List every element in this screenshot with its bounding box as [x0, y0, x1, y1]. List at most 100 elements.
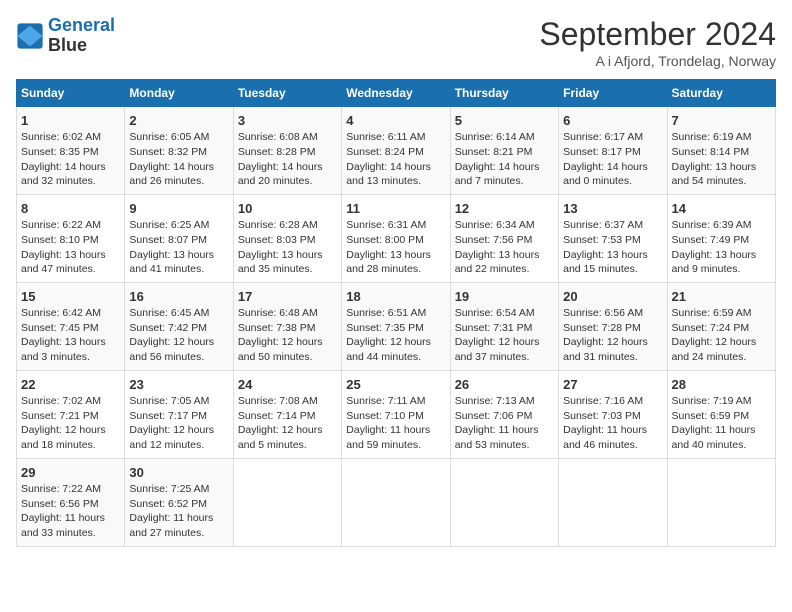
- sunset: Sunset: 7:10 PM: [346, 410, 424, 422]
- day-number: 30: [129, 464, 228, 482]
- daylight: Daylight: 14 hours and 7 minutes.: [455, 161, 540, 188]
- col-saturday: Saturday: [667, 80, 775, 107]
- sunset: Sunset: 7:14 PM: [238, 410, 316, 422]
- sunrise: Sunrise: 6:59 AM: [672, 307, 752, 319]
- calendar-cell: 19Sunrise: 6:54 AMSunset: 7:31 PMDayligh…: [450, 282, 558, 370]
- daylight: Daylight: 14 hours and 0 minutes.: [563, 161, 648, 188]
- sunrise: Sunrise: 6:39 AM: [672, 219, 752, 231]
- calendar-cell: 6Sunrise: 6:17 AMSunset: 8:17 PMDaylight…: [559, 107, 667, 195]
- sunrise: Sunrise: 6:05 AM: [129, 131, 209, 143]
- sunset: Sunset: 7:28 PM: [563, 322, 641, 334]
- daylight: Daylight: 12 hours and 50 minutes.: [238, 336, 323, 363]
- day-number: 24: [238, 376, 337, 394]
- daylight: Daylight: 13 hours and 35 minutes.: [238, 249, 323, 276]
- day-number: 7: [672, 112, 771, 130]
- sunset: Sunset: 8:32 PM: [129, 146, 207, 158]
- title-area: September 2024 A i Afjord, Trondelag, No…: [539, 16, 776, 69]
- calendar-week-3: 15Sunrise: 6:42 AMSunset: 7:45 PMDayligh…: [17, 282, 776, 370]
- daylight: Daylight: 14 hours and 26 minutes.: [129, 161, 214, 188]
- daylight: Daylight: 14 hours and 20 minutes.: [238, 161, 323, 188]
- daylight: Daylight: 13 hours and 15 minutes.: [563, 249, 648, 276]
- calendar-cell: 14Sunrise: 6:39 AMSunset: 7:49 PMDayligh…: [667, 194, 775, 282]
- calendar-cell: 18Sunrise: 6:51 AMSunset: 7:35 PMDayligh…: [342, 282, 450, 370]
- daylight: Daylight: 12 hours and 56 minutes.: [129, 336, 214, 363]
- sunset: Sunset: 6:59 PM: [672, 410, 750, 422]
- day-number: 25: [346, 376, 445, 394]
- location-title: A i Afjord, Trondelag, Norway: [539, 53, 776, 69]
- calendar-table: Sunday Monday Tuesday Wednesday Thursday…: [16, 79, 776, 547]
- day-number: 14: [672, 200, 771, 218]
- calendar-week-1: 1Sunrise: 6:02 AMSunset: 8:35 PMDaylight…: [17, 107, 776, 195]
- daylight: Daylight: 13 hours and 3 minutes.: [21, 336, 106, 363]
- calendar-cell: [450, 458, 558, 546]
- sunrise: Sunrise: 6:02 AM: [21, 131, 101, 143]
- logo-line2: Blue: [48, 36, 115, 56]
- sunrise: Sunrise: 7:22 AM: [21, 483, 101, 495]
- daylight: Daylight: 14 hours and 13 minutes.: [346, 161, 431, 188]
- calendar-cell: 22Sunrise: 7:02 AMSunset: 7:21 PMDayligh…: [17, 370, 125, 458]
- sunrise: Sunrise: 7:13 AM: [455, 395, 535, 407]
- sunset: Sunset: 8:14 PM: [672, 146, 750, 158]
- day-number: 29: [21, 464, 120, 482]
- day-number: 1: [21, 112, 120, 130]
- sunset: Sunset: 7:35 PM: [346, 322, 424, 334]
- sunrise: Sunrise: 6:17 AM: [563, 131, 643, 143]
- logo-icon: [16, 22, 44, 50]
- day-number: 3: [238, 112, 337, 130]
- sunrise: Sunrise: 6:22 AM: [21, 219, 101, 231]
- col-wednesday: Wednesday: [342, 80, 450, 107]
- calendar-week-2: 8Sunrise: 6:22 AMSunset: 8:10 PMDaylight…: [17, 194, 776, 282]
- day-number: 22: [21, 376, 120, 394]
- sunset: Sunset: 8:17 PM: [563, 146, 641, 158]
- calendar-cell: 25Sunrise: 7:11 AMSunset: 7:10 PMDayligh…: [342, 370, 450, 458]
- calendar-cell: 2Sunrise: 6:05 AMSunset: 8:32 PMDaylight…: [125, 107, 233, 195]
- daylight: Daylight: 13 hours and 22 minutes.: [455, 249, 540, 276]
- daylight: Daylight: 11 hours and 40 minutes.: [672, 424, 756, 451]
- calendar-cell: [342, 458, 450, 546]
- day-number: 21: [672, 288, 771, 306]
- calendar-cell: 16Sunrise: 6:45 AMSunset: 7:42 PMDayligh…: [125, 282, 233, 370]
- col-friday: Friday: [559, 80, 667, 107]
- day-number: 15: [21, 288, 120, 306]
- calendar-cell: 12Sunrise: 6:34 AMSunset: 7:56 PMDayligh…: [450, 194, 558, 282]
- sunrise: Sunrise: 6:14 AM: [455, 131, 535, 143]
- daylight: Daylight: 13 hours and 9 minutes.: [672, 249, 757, 276]
- daylight: Daylight: 13 hours and 54 minutes.: [672, 161, 757, 188]
- sunrise: Sunrise: 6:25 AM: [129, 219, 209, 231]
- sunrise: Sunrise: 6:28 AM: [238, 219, 318, 231]
- sunset: Sunset: 7:21 PM: [21, 410, 99, 422]
- calendar-week-5: 29Sunrise: 7:22 AMSunset: 6:56 PMDayligh…: [17, 458, 776, 546]
- sunset: Sunset: 8:07 PM: [129, 234, 207, 246]
- daylight: Daylight: 14 hours and 32 minutes.: [21, 161, 106, 188]
- sunrise: Sunrise: 6:42 AM: [21, 307, 101, 319]
- calendar-cell: 5Sunrise: 6:14 AMSunset: 8:21 PMDaylight…: [450, 107, 558, 195]
- daylight: Daylight: 12 hours and 44 minutes.: [346, 336, 431, 363]
- calendar-header: Sunday Monday Tuesday Wednesday Thursday…: [17, 80, 776, 107]
- calendar-cell: 21Sunrise: 6:59 AMSunset: 7:24 PMDayligh…: [667, 282, 775, 370]
- day-number: 28: [672, 376, 771, 394]
- sunrise: Sunrise: 6:56 AM: [563, 307, 643, 319]
- sunset: Sunset: 7:24 PM: [672, 322, 750, 334]
- daylight: Daylight: 12 hours and 31 minutes.: [563, 336, 648, 363]
- day-number: 5: [455, 112, 554, 130]
- sunset: Sunset: 8:00 PM: [346, 234, 424, 246]
- sunrise: Sunrise: 6:34 AM: [455, 219, 535, 231]
- calendar-cell: 17Sunrise: 6:48 AMSunset: 7:38 PMDayligh…: [233, 282, 341, 370]
- sunset: Sunset: 7:38 PM: [238, 322, 316, 334]
- daylight: Daylight: 12 hours and 5 minutes.: [238, 424, 323, 451]
- calendar-cell: [559, 458, 667, 546]
- calendar-cell: 30Sunrise: 7:25 AMSunset: 6:52 PMDayligh…: [125, 458, 233, 546]
- sunset: Sunset: 8:10 PM: [21, 234, 99, 246]
- sunset: Sunset: 8:03 PM: [238, 234, 316, 246]
- calendar-cell: 26Sunrise: 7:13 AMSunset: 7:06 PMDayligh…: [450, 370, 558, 458]
- logo: General Blue: [16, 16, 115, 56]
- sunrise: Sunrise: 6:54 AM: [455, 307, 535, 319]
- sunrise: Sunrise: 7:11 AM: [346, 395, 425, 407]
- calendar-cell: 24Sunrise: 7:08 AMSunset: 7:14 PMDayligh…: [233, 370, 341, 458]
- col-sunday: Sunday: [17, 80, 125, 107]
- calendar-cell: 29Sunrise: 7:22 AMSunset: 6:56 PMDayligh…: [17, 458, 125, 546]
- day-number: 13: [563, 200, 662, 218]
- sunrise: Sunrise: 7:05 AM: [129, 395, 209, 407]
- sunrise: Sunrise: 6:19 AM: [672, 131, 752, 143]
- col-monday: Monday: [125, 80, 233, 107]
